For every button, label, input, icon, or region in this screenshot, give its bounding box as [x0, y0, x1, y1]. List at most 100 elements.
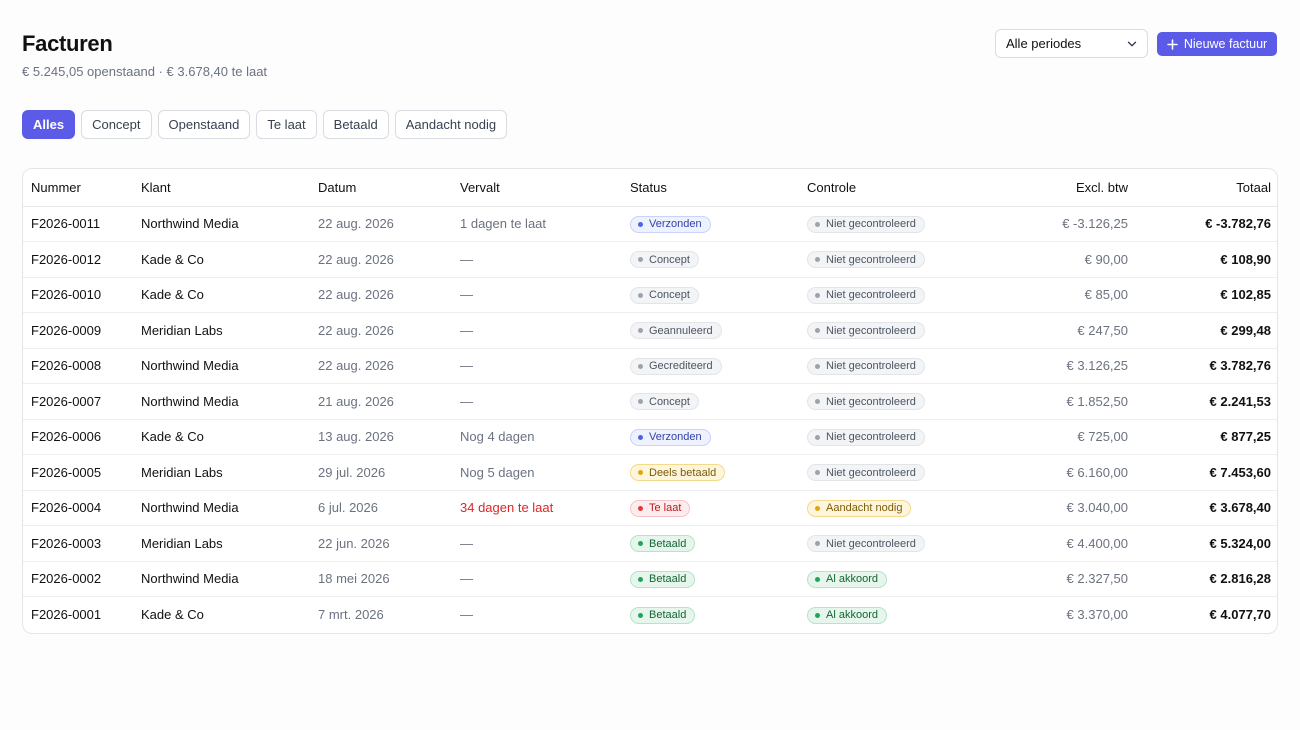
invoice-date: 13 aug. 2026 [310, 419, 452, 455]
column-header-datum[interactable]: Datum [310, 169, 452, 207]
status-dot-icon [638, 612, 643, 618]
status-label: Concept [649, 289, 690, 302]
column-header-klant[interactable]: Klant [133, 169, 310, 207]
controle-cell: Niet gecontroleerd [799, 525, 995, 562]
due-info: — [452, 561, 622, 597]
status-cell: Concept [622, 277, 799, 313]
due-info: — [452, 383, 622, 420]
status-cell: Concept [622, 383, 799, 420]
status-dot-icon [638, 434, 643, 440]
invoices-table: Nummer Klant Datum Vervalt Status Contro… [22, 168, 1278, 634]
invoice-number: F2026-0008 [23, 348, 133, 384]
status-dot-icon [638, 221, 643, 227]
table-row[interactable]: F2026-0012 Kade & Co 22 aug. 2026— Concept N… [23, 241, 1277, 278]
column-header-vervalt[interactable]: Vervalt [452, 169, 622, 207]
status-label: Betaald [649, 537, 687, 550]
controle-label: Niet gecontroleerd [826, 324, 916, 337]
column-header-totaal[interactable]: Totaal [1136, 169, 1277, 207]
page-title: Facturen [22, 31, 113, 56]
controle-cell: Al akkoord [799, 597, 995, 633]
status-label: Geannuleerd [649, 324, 713, 337]
controle-badge: Niet gecontroleerd [807, 393, 925, 411]
amount-excl-vat: € -3.126,25 [995, 206, 1136, 242]
invoice-number: F2026-0003 [23, 525, 133, 562]
amount-total: € 7.453,60 [1136, 454, 1277, 491]
tab-aandacht-nodig[interactable]: Aandacht nodig [394, 110, 508, 139]
tab-openstaand[interactable]: Openstaand [157, 110, 251, 139]
column-header-excl-btw[interactable]: Excl. btw [995, 169, 1136, 207]
status-cell: Betaald [622, 597, 799, 633]
tab-concept[interactable]: Concept [81, 110, 152, 139]
new-invoice-button[interactable]: Nieuwe factuur [1157, 32, 1277, 56]
table-row[interactable]: F2026-0002 Northwind Media 18 mei 2026— Bet… [23, 561, 1277, 597]
invoice-number: F2026-0010 [23, 277, 133, 313]
invoice-date: 6 jul. 2026 [310, 490, 452, 526]
amount-excl-vat: € 3.370,00 [1066, 607, 1128, 622]
filter-tabs: Alles Concept Openstaand Te laat Betaald… [22, 110, 508, 139]
amount-excl-vat: € 3.126,25 [995, 348, 1136, 384]
controle-dot-icon [815, 363, 820, 369]
amount-total: € 877,25 [1136, 419, 1277, 455]
table-row[interactable]: F2026-0005 Meridian Labs 29 jul. 2026 Nog 5… [23, 454, 1277, 491]
amount-total: € 5.324,00 [1136, 525, 1277, 562]
amount-excl-vat: € 1.852,50 [995, 383, 1136, 420]
table-row[interactable]: F2026-0011 Northwind Media 22 aug. 2026 1 d… [23, 206, 1277, 242]
client-name: Meridian Labs [133, 525, 310, 562]
period-select[interactable]: Alle periodes [995, 29, 1148, 58]
invoice-date: 22 jun. 2026 [310, 525, 452, 562]
table-row[interactable]: F2026-0009 Meridian Labs 22 aug. 2026— Gean… [23, 312, 1277, 349]
amount-total: € 2.816,28 [1136, 561, 1277, 597]
controle-dot-icon [815, 221, 820, 227]
tab-te-laat[interactable]: Te laat [256, 110, 317, 139]
amount-total: € 102,85 [1136, 277, 1277, 313]
amount-total: € -3.782,76 [1136, 206, 1277, 242]
amount-excl-vat: € 3.040,00 [995, 490, 1136, 526]
controle-label: Niet gecontroleerd [826, 218, 916, 231]
table-row[interactable]: F2026-0004 Northwind Media 6 jul. 2026 34 d… [23, 490, 1277, 526]
controle-label: Niet gecontroleerd [826, 253, 916, 266]
invoice-number: F2026-0004 [23, 490, 133, 526]
status-label: Deels betaald [649, 466, 717, 479]
status-cell: Concept [622, 241, 799, 278]
client-name: Northwind Media [133, 383, 310, 420]
table-row[interactable]: F2026-0003 Meridian Labs 22 jun. 2026— Beta… [23, 525, 1277, 562]
column-header-controle[interactable]: Controle [799, 169, 995, 207]
controle-badge: Niet gecontroleerd [807, 357, 925, 375]
controle-badge: Niet gecontroleerd [807, 215, 925, 233]
due-info: 34 dagen te laat [452, 490, 622, 526]
table-row[interactable]: F2026-0007 Northwind Media 21 aug. 2026— Co… [23, 383, 1277, 420]
amount-excl-vat: € 247,50 [995, 312, 1136, 349]
table-row[interactable]: F2026-0008 Northwind Media 22 aug. 2026— Ge… [23, 348, 1277, 384]
status-dot-icon [638, 257, 643, 263]
controle-badge: Niet gecontroleerd [807, 322, 925, 340]
controle-dot-icon [815, 612, 820, 618]
controle-dot-icon [815, 399, 820, 405]
invoice-number: F2026-0009 [23, 312, 133, 349]
controle-dot-icon [815, 470, 820, 476]
period-select-value: Alle periodes [1006, 36, 1082, 51]
invoice-date: 22 aug. 2026 [310, 348, 452, 384]
due-info: Nog 4 dagen [452, 419, 622, 455]
chevron-down-icon [1127, 41, 1137, 47]
status-label: Verzonden [649, 431, 702, 444]
table-row[interactable]: F2026-0006 Kade & Co 13 aug. 2026 Nog 4 dag… [23, 419, 1277, 455]
status-badge: Concept [630, 251, 699, 269]
amount-excl-vat: € 4.400,00 [995, 525, 1136, 562]
column-header-status[interactable]: Status [622, 169, 799, 207]
status-badge: Betaald [630, 570, 696, 588]
tab-alles[interactable]: Alles [22, 110, 76, 139]
amount-total: € 3.678,40 [1136, 490, 1277, 526]
invoice-date: 7 mrt. 2026 [318, 607, 384, 622]
table-row[interactable]: F2026-0001 Kade & Co 7 mrt. 2026 — Betaald Al… [23, 597, 1277, 633]
status-cell: Betaald [622, 525, 799, 562]
column-header-nummer[interactable]: Nummer [23, 169, 133, 207]
controle-badge: Niet gecontroleerd [807, 251, 925, 269]
status-dot-icon [638, 541, 643, 547]
invoice-date: 22 aug. 2026 [310, 277, 452, 313]
invoice-number: F2026-0006 [23, 419, 133, 455]
due-info: — [452, 241, 622, 278]
invoice-date: 22 aug. 2026 [310, 206, 452, 242]
tab-betaald[interactable]: Betaald [322, 110, 389, 139]
table-row[interactable]: F2026-0010 Kade & Co 22 aug. 2026— Concept N… [23, 277, 1277, 313]
status-cell: Deels betaald [622, 454, 799, 491]
